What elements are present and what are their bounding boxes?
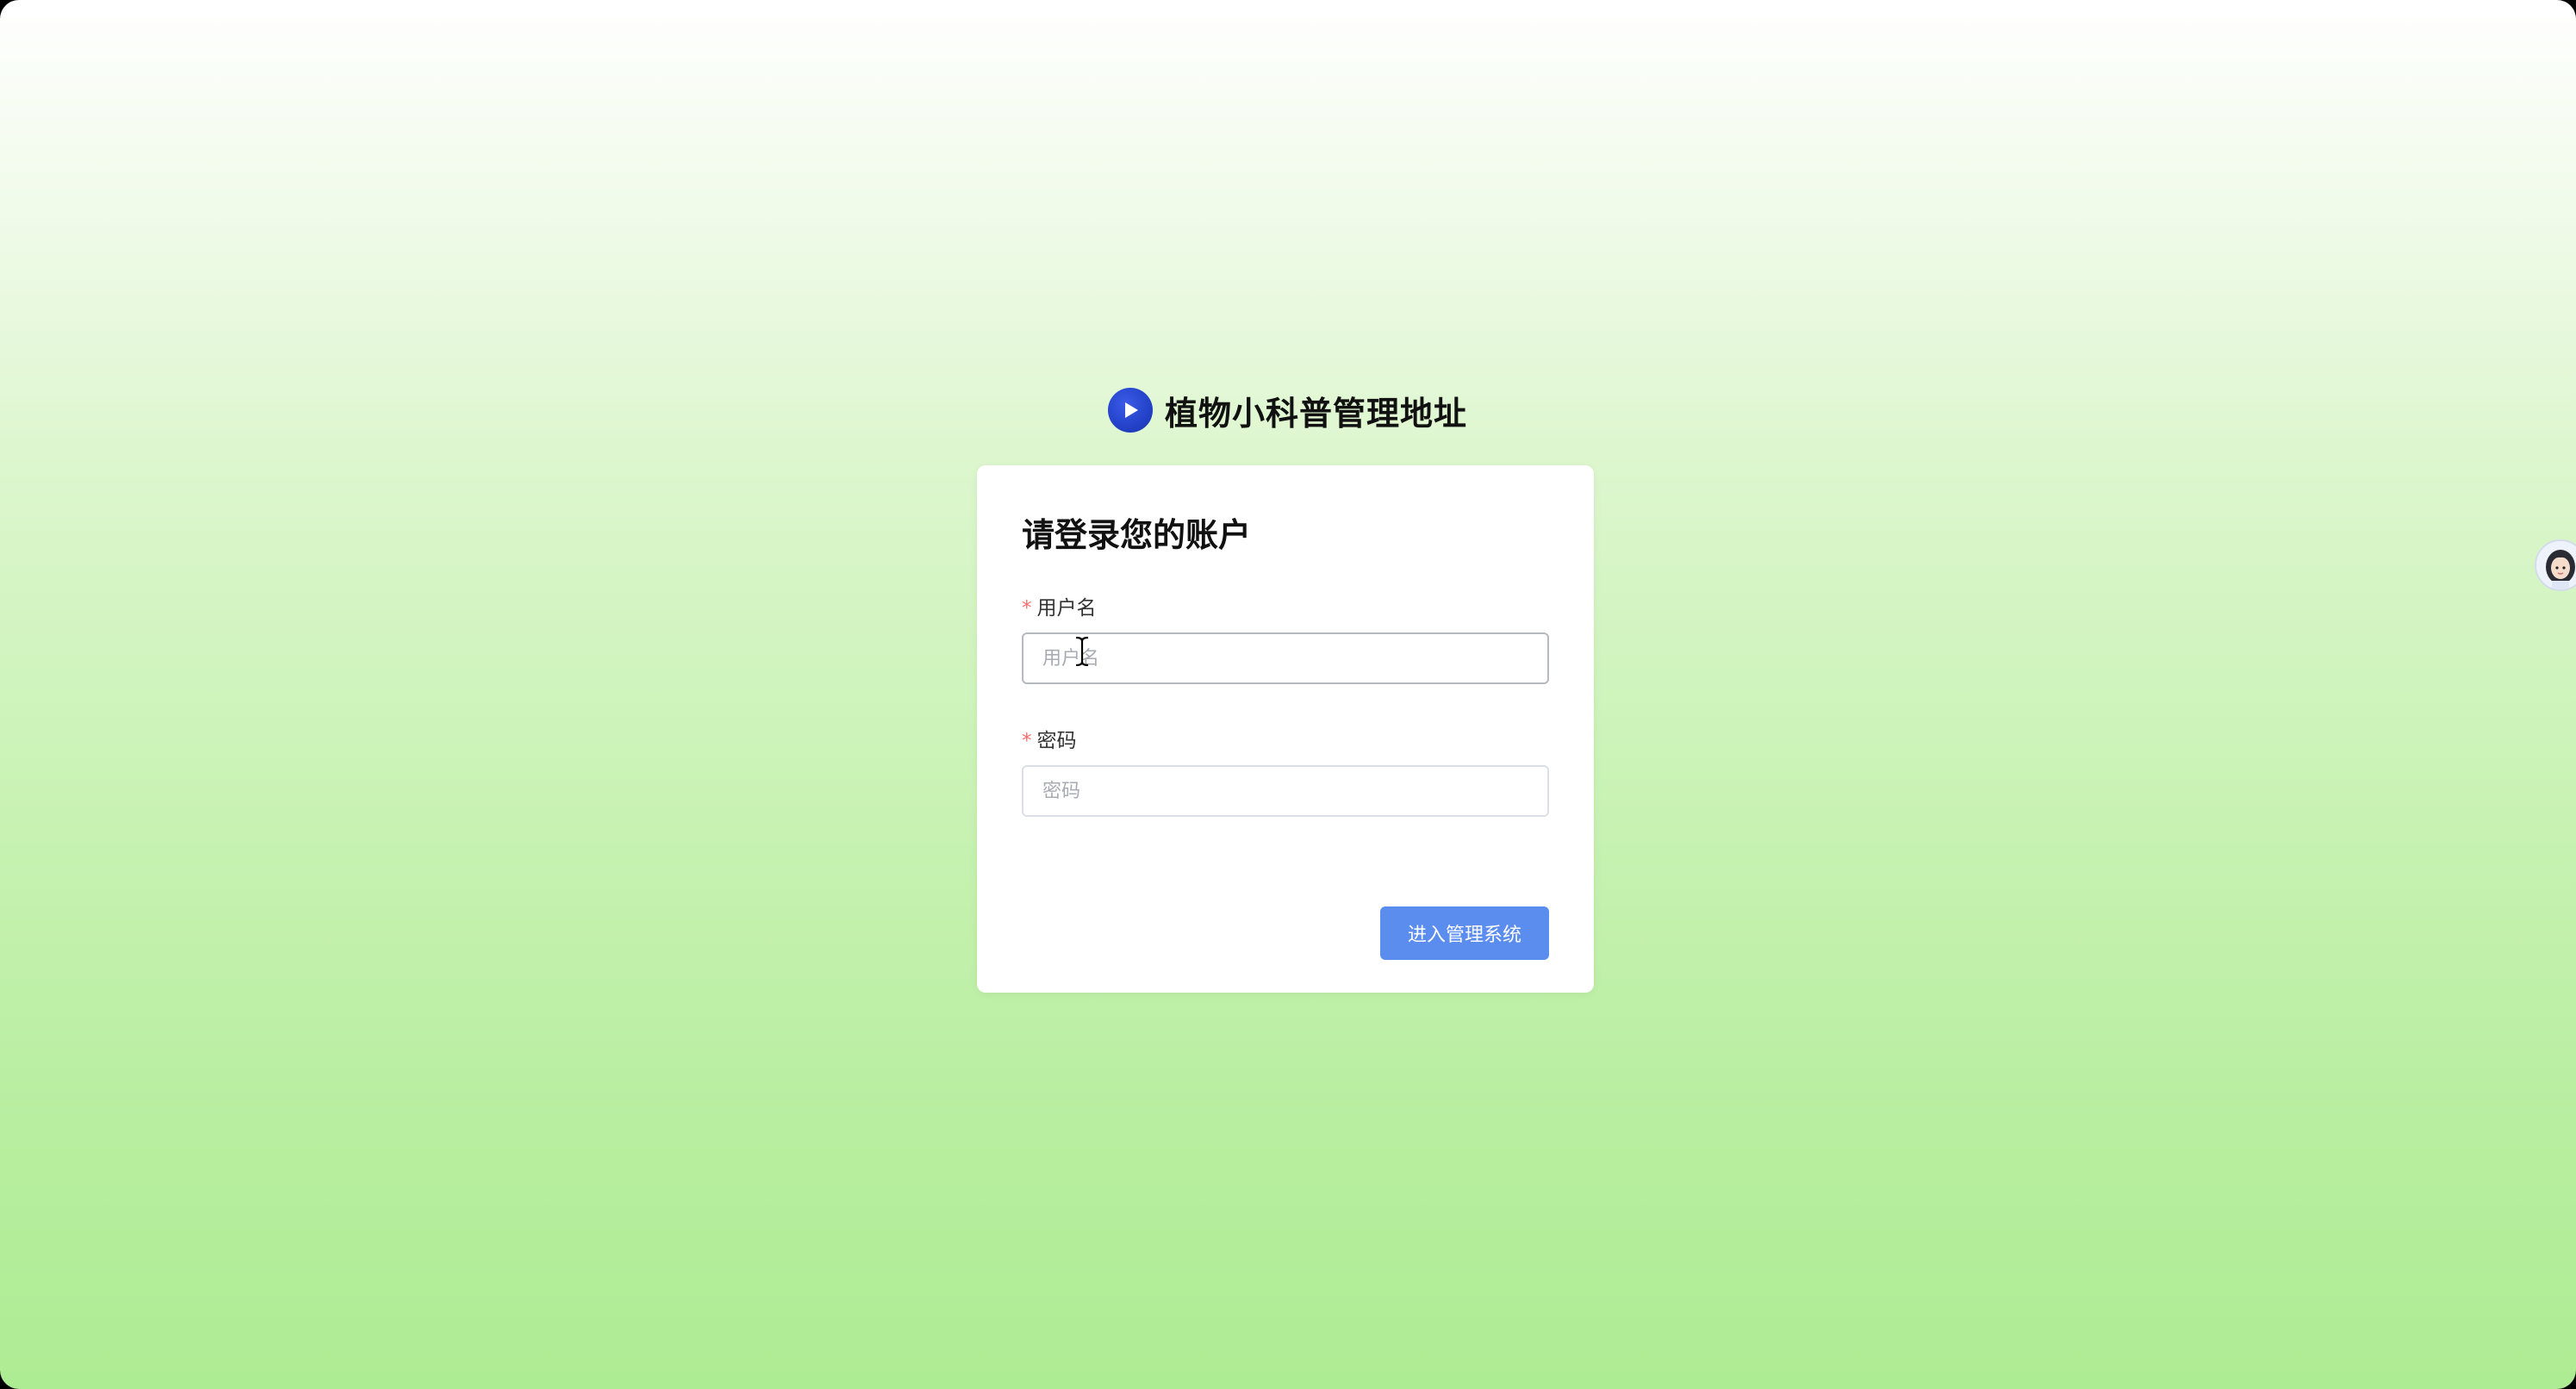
required-mark: * xyxy=(1022,597,1032,620)
username-label-text: 用户名 xyxy=(1036,597,1097,620)
brand-title: 植物小科普管理地址 xyxy=(1165,394,1468,433)
assistant-avatar[interactable] xyxy=(2535,539,2576,591)
username-label: * 用户名 xyxy=(1022,591,1097,620)
username-input[interactable] xyxy=(1022,632,1549,684)
login-title: 请登录您的账户 xyxy=(1022,516,1252,554)
brand-header: 植物小科普管理地址 xyxy=(1108,387,1467,433)
enter-system-button[interactable]: 进入管理系统 xyxy=(1380,906,1549,960)
avatar-icon xyxy=(2536,541,2576,589)
logo-icon xyxy=(1108,388,1153,433)
login-card: 请登录您的账户 *用户名 *密码 进入管理系统 xyxy=(977,465,1594,993)
password-label-text: 密码 xyxy=(1036,730,1077,752)
play-triangle-icon xyxy=(1125,402,1138,418)
text-cursor-icon xyxy=(1073,636,1091,667)
password-input[interactable] xyxy=(1022,765,1549,817)
required-mark: * xyxy=(1022,730,1032,752)
password-label: * 密码 xyxy=(1022,724,1077,753)
app-window: 植物小科普管理地址 请登录您的账户 *用户名 *密码 进入管理系统 xyxy=(0,0,2576,1389)
